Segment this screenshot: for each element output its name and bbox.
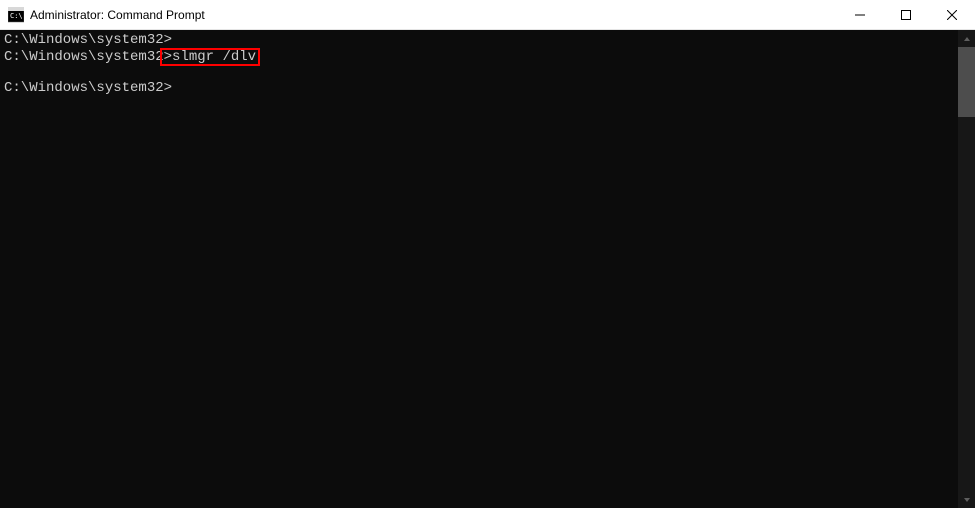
highlighted-command: >slmgr /dlv (160, 48, 260, 66)
console-wrapper: C:\Windows\system32>C:\Windows\system32>… (0, 30, 975, 508)
console-line (4, 64, 954, 80)
svg-text:C:\: C:\ (10, 12, 23, 20)
maximize-button[interactable] (883, 0, 929, 29)
console-line: C:\Windows\system32> (4, 80, 954, 96)
minimize-button[interactable] (837, 0, 883, 29)
prompt: C:\Windows\system32> (4, 32, 172, 48)
close-button[interactable] (929, 0, 975, 29)
cmd-icon: C:\ (8, 7, 24, 23)
command-text: >slmgr /dlv (164, 49, 256, 65)
console-line: C:\Windows\system32>slmgr /dlv (4, 48, 954, 64)
titlebar: C:\ Administrator: Command Prompt (0, 0, 975, 30)
window-controls (837, 0, 975, 29)
prompt: C:\Windows\system32> (4, 80, 172, 96)
console-area[interactable]: C:\Windows\system32>C:\Windows\system32>… (0, 30, 958, 508)
scroll-up-arrow-icon[interactable] (958, 30, 975, 47)
scroll-thumb[interactable] (958, 47, 975, 117)
vertical-scrollbar[interactable] (958, 30, 975, 508)
prompt: C:\Windows\system32 (4, 49, 164, 65)
console-line: C:\Windows\system32> (4, 32, 954, 48)
window-title: Administrator: Command Prompt (30, 8, 205, 22)
titlebar-left: C:\ Administrator: Command Prompt (8, 7, 205, 23)
scroll-down-arrow-icon[interactable] (958, 491, 975, 508)
